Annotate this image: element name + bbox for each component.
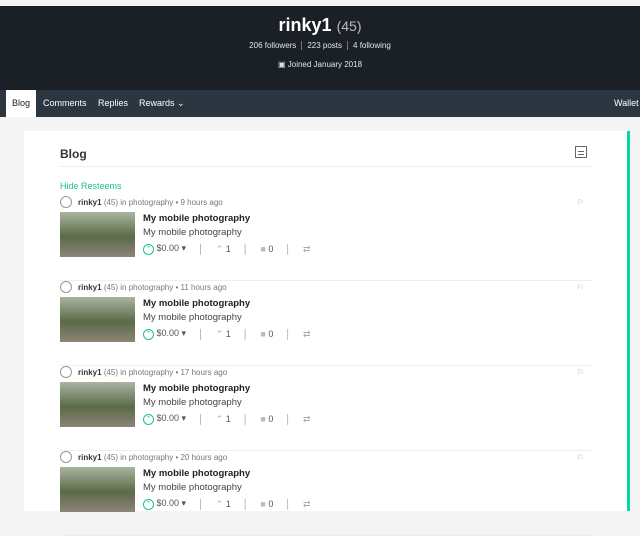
posts-count: 223 posts <box>307 41 343 50</box>
post-actions: ⌃ $0.00 ▾ │ ⌃ 1 │ ■ 0 │ ⇄ <box>143 243 311 255</box>
votes-count[interactable]: 1 <box>226 414 231 424</box>
post-summary[interactable]: My mobile photography <box>143 227 242 238</box>
post-title[interactable]: My mobile photography <box>143 383 250 394</box>
post-time: • 20 hours ago <box>175 453 228 462</box>
comments-count[interactable]: 0 <box>268 329 273 339</box>
flag-icon[interactable]: ⚐ <box>577 368 584 377</box>
blog-card: Blog Hide Resteems rinky1 (45) in photog… <box>24 131 630 536</box>
resteem-icon[interactable]: ⇄ <box>303 414 311 425</box>
post-actions: ⌃ $0.00 ▾ │ ⌃ 1 │ ■ 0 │ ⇄ <box>143 498 311 510</box>
avatar[interactable] <box>60 366 72 378</box>
resteem-icon[interactable]: ⇄ <box>303 244 311 255</box>
post-thumbnail[interactable] <box>60 382 135 427</box>
tab-blog[interactable]: Blog <box>6 90 37 117</box>
flag-icon[interactable]: ⚐ <box>577 198 584 207</box>
tab-replies[interactable]: Replies <box>98 90 128 117</box>
profile-header: rinky1 (45) 206 followers 223 posts 4 foll… <box>0 6 640 90</box>
resteem-icon[interactable]: ⇄ <box>303 329 311 340</box>
post-thumbnail[interactable] <box>60 212 135 257</box>
votes-icon: ⌃ <box>215 328 224 339</box>
author-rep: (45) <box>103 368 119 377</box>
author-link[interactable]: rinky1 <box>78 453 102 462</box>
author-rep: (45) <box>103 198 119 207</box>
profile-nav: Blog Comments Replies Rewards ⌄ Wallet <box>0 90 640 117</box>
avatar[interactable] <box>60 451 72 463</box>
author-rep: (45) <box>103 283 119 292</box>
post-meta: rinky1 (45) in photography • 9 hours ago <box>78 198 223 207</box>
following-link[interactable]: 4 following <box>348 41 396 50</box>
comment-icon: ■ <box>260 244 266 254</box>
username: rinky1 <box>278 15 332 35</box>
upvote-icon[interactable]: ⌃ <box>143 244 154 255</box>
post-title[interactable]: My mobile photography <box>143 213 250 224</box>
payout-value[interactable]: $0.00 ▾ <box>157 413 187 423</box>
post-title[interactable]: My mobile photography <box>143 468 250 479</box>
payout-value[interactable]: $0.00 ▾ <box>157 243 187 253</box>
divider <box>60 166 591 167</box>
votes-count[interactable]: 1 <box>226 244 231 254</box>
hide-resteems-link[interactable]: Hide Resteems <box>60 181 122 191</box>
avatar[interactable] <box>60 281 72 293</box>
post-time: • 17 hours ago <box>175 368 228 377</box>
category-link[interactable]: in photography <box>120 198 173 207</box>
comment-icon: ■ <box>260 414 266 424</box>
followers-link[interactable]: 206 followers <box>244 41 301 50</box>
author-link[interactable]: rinky1 <box>78 368 102 377</box>
post-title[interactable]: My mobile photography <box>143 298 250 309</box>
post-thumbnail[interactable] <box>60 467 135 512</box>
comments-count[interactable]: 0 <box>268 499 273 509</box>
author-link[interactable]: rinky1 <box>78 198 102 207</box>
votes-count[interactable]: 1 <box>226 499 231 509</box>
comments-count[interactable]: 0 <box>268 414 273 424</box>
avatar[interactable] <box>60 196 72 208</box>
post-meta: rinky1 (45) in photography • 17 hours ag… <box>78 368 227 377</box>
post-meta: rinky1 (45) in photography • 20 hours ag… <box>78 453 227 462</box>
post-item: rinky1 (45) in photography • 17 hours ag… <box>60 366 592 451</box>
calendar-icon: ▣ <box>277 60 286 69</box>
post-time: • 11 hours ago <box>175 283 227 292</box>
payout-value[interactable]: $0.00 ▾ <box>157 328 187 338</box>
comment-icon: ■ <box>260 329 266 339</box>
post-time: • 9 hours ago <box>175 198 223 207</box>
author-link[interactable]: rinky1 <box>78 283 102 292</box>
tab-wallet[interactable]: Wallet <box>614 90 639 117</box>
profile-stats: 206 followers 223 posts 4 following <box>0 41 640 50</box>
post-item: rinky1 (45) in photography • 9 hours ago… <box>60 196 592 281</box>
upvote-icon[interactable]: ⌃ <box>143 499 154 510</box>
upvote-icon[interactable]: ⌃ <box>143 329 154 340</box>
blog-title: Blog <box>60 147 87 161</box>
post-summary[interactable]: My mobile photography <box>143 312 242 323</box>
comment-icon: ■ <box>260 499 266 509</box>
flag-icon[interactable]: ⚐ <box>577 283 584 292</box>
resteem-icon[interactable]: ⇄ <box>303 499 311 510</box>
post-item: rinky1 (45) in photography • 20 hours ag… <box>60 451 592 536</box>
layout-toggle-icon[interactable] <box>575 146 587 158</box>
votes-icon: ⌃ <box>215 413 224 424</box>
post-summary[interactable]: My mobile photography <box>143 482 242 493</box>
category-link[interactable]: in photography <box>120 283 173 292</box>
post-item: rinky1 (45) in photography • 11 hours ag… <box>60 281 592 366</box>
payout-value[interactable]: $0.00 ▾ <box>157 498 187 508</box>
tab-rewards[interactable]: Rewards ⌄ <box>139 90 185 117</box>
reputation: (45) <box>336 18 362 34</box>
tab-comments[interactable]: Comments <box>43 90 87 117</box>
profile-name: rinky1 (45) <box>0 15 640 36</box>
post-meta: rinky1 (45) in photography • 11 hours ag… <box>78 283 227 292</box>
post-thumbnail[interactable] <box>60 297 135 342</box>
post-actions: ⌃ $0.00 ▾ │ ⌃ 1 │ ■ 0 │ ⇄ <box>143 413 311 425</box>
category-link[interactable]: in photography <box>120 368 173 377</box>
post-actions: ⌃ $0.00 ▾ │ ⌃ 1 │ ■ 0 │ ⇄ <box>143 328 311 340</box>
votes-icon: ⌃ <box>215 498 224 509</box>
category-link[interactable]: in photography <box>120 453 173 462</box>
upvote-icon[interactable]: ⌃ <box>143 414 154 425</box>
comments-count[interactable]: 0 <box>268 244 273 254</box>
votes-count[interactable]: 1 <box>226 329 231 339</box>
flag-icon[interactable]: ⚐ <box>577 453 584 462</box>
votes-icon: ⌃ <box>215 243 224 254</box>
joined-date: ▣ Joined January 2018 <box>0 60 640 69</box>
joined-text: Joined January 2018 <box>287 60 363 69</box>
author-rep: (45) <box>103 453 119 462</box>
post-summary[interactable]: My mobile photography <box>143 397 242 408</box>
